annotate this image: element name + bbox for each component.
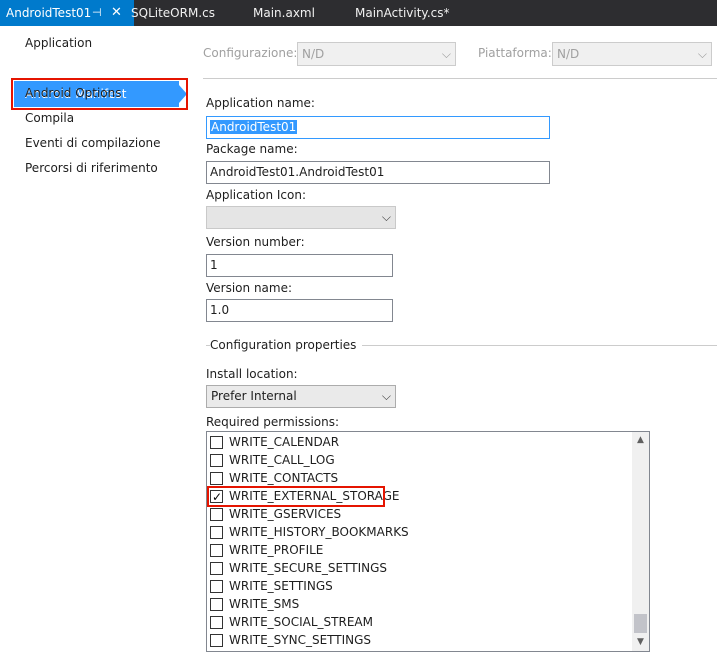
scroll-down-arrow-icon[interactable]: ▼ (632, 634, 649, 651)
pin-icon[interactable]: ⊣ (92, 0, 102, 26)
permission-checkbox[interactable] (210, 436, 223, 449)
permission-checkbox[interactable] (210, 508, 223, 521)
package-name-label: Package name: (206, 142, 298, 156)
selected-arrow-indicator (179, 85, 187, 103)
version-name-value: 1.0 (210, 303, 230, 317)
tab-sqliteorm[interactable]: SQLiteORM.cs (131, 0, 215, 26)
application-name-input[interactable]: AndroidTest01 (206, 116, 550, 139)
tab-label: AndroidTest01 (6, 6, 92, 20)
project-properties-nav: Application Android Manifest Android Opt… (0, 26, 190, 656)
version-number-input[interactable]: 1 (206, 254, 393, 277)
configurazione-select[interactable]: N/D ⌵ (297, 42, 456, 66)
required-permissions-label: Required permissions: (206, 415, 340, 429)
header-separator (203, 78, 717, 79)
tab-main-axml[interactable]: Main.axml (253, 0, 315, 26)
tab-label: Main.axml (253, 6, 315, 20)
permission-name: WRITE_EXTERNAL_STORAGE (229, 489, 400, 503)
document-tab-bar: AndroidTest01 ⊣ ✕ SQLiteORM.cs Main.axml… (0, 0, 717, 26)
application-name-value: AndroidTest01 (210, 120, 298, 134)
version-name-label: Version name: (206, 281, 293, 295)
permission-checkbox[interactable] (210, 598, 223, 611)
permission-checkbox[interactable] (210, 454, 223, 467)
permission-name: WRITE_CALENDAR (229, 435, 340, 449)
permission-name: WRITE_SMS (229, 597, 300, 611)
package-name-input[interactable]: AndroidTest01.AndroidTest01 (206, 161, 550, 184)
nav-item-application[interactable]: Application (25, 33, 92, 53)
tab-label: SQLiteORM.cs (131, 6, 215, 20)
permission-name: WRITE_PROFILE (229, 543, 324, 557)
nav-item-android-options[interactable]: Android Options (25, 83, 122, 103)
chevron-down-icon: ⌵ (697, 47, 707, 61)
piattaforma-value: N/D (557, 47, 580, 61)
nav-item-percorsi-riferimento[interactable]: Percorsi di riferimento (25, 158, 158, 178)
permission-checkbox[interactable] (210, 580, 223, 593)
permission-name: WRITE_SOCIAL_STREAM (229, 615, 373, 629)
permission-checkbox[interactable] (210, 616, 223, 629)
chevron-down-icon: ⌵ (381, 389, 391, 403)
permissions-list[interactable]: WRITE_CALENDAR WRITE_CALL_LOG WRITE_CONT… (206, 431, 650, 652)
close-icon[interactable]: ✕ (111, 0, 122, 26)
permission-checkbox-checked[interactable] (210, 488, 223, 506)
version-number-value: 1 (210, 258, 218, 272)
permission-checkbox[interactable] (210, 472, 223, 485)
scroll-up-arrow-icon[interactable]: ▲ (632, 432, 649, 449)
permission-checkbox[interactable] (210, 562, 223, 575)
package-name-value: AndroidTest01.AndroidTest01 (210, 165, 385, 179)
permission-name: WRITE_SETTINGS (229, 579, 333, 593)
permissions-scrollbar[interactable]: ▲ ▼ (632, 432, 649, 651)
tab-label: MainActivity.cs* (355, 6, 450, 20)
permission-checkbox[interactable] (210, 544, 223, 557)
permission-checkbox[interactable] (210, 634, 223, 647)
tab-androidtest01[interactable]: AndroidTest01 ⊣ ✕ (0, 0, 134, 26)
permission-name: WRITE_SECURE_SETTINGS (229, 561, 388, 575)
configurazione-value: N/D (302, 47, 325, 61)
application-name-label: Application name: (206, 96, 315, 110)
piattaforma-select[interactable]: N/D ⌵ (552, 42, 712, 66)
application-icon-select[interactable]: ⌵ (206, 206, 396, 229)
nav-item-compila[interactable]: Compila (25, 108, 74, 128)
version-name-input[interactable]: 1.0 (206, 299, 393, 322)
install-location-select[interactable]: Prefer Internal ⌵ (206, 385, 396, 408)
application-icon-label: Application Icon: (206, 188, 306, 202)
scrollbar-thumb[interactable] (634, 614, 647, 633)
version-number-label: Version number: (206, 235, 305, 249)
permission-name: WRITE_CALL_LOG (229, 453, 335, 467)
permission-name: WRITE_SYNC_SETTINGS (229, 633, 372, 647)
permission-name: WRITE_HISTORY_BOOKMARKS (229, 525, 409, 539)
permission-checkbox[interactable] (210, 526, 223, 539)
configurazione-label: Configurazione: (203, 46, 298, 60)
chevron-down-icon: ⌵ (441, 47, 451, 61)
piattaforma-label: Piattaforma: (478, 46, 552, 60)
nav-item-eventi-compilazione[interactable]: Eventi di compilazione (25, 133, 161, 153)
permission-name: WRITE_GSERVICES (229, 507, 342, 521)
configuration-properties-title: Configuration properties (210, 338, 363, 352)
install-location-value: Prefer Internal (211, 389, 297, 403)
chevron-down-icon: ⌵ (381, 210, 391, 224)
install-location-label: Install location: (206, 367, 298, 381)
permission-name: WRITE_CONTACTS (229, 471, 339, 485)
tab-mainactivity[interactable]: MainActivity.cs* (355, 0, 449, 26)
